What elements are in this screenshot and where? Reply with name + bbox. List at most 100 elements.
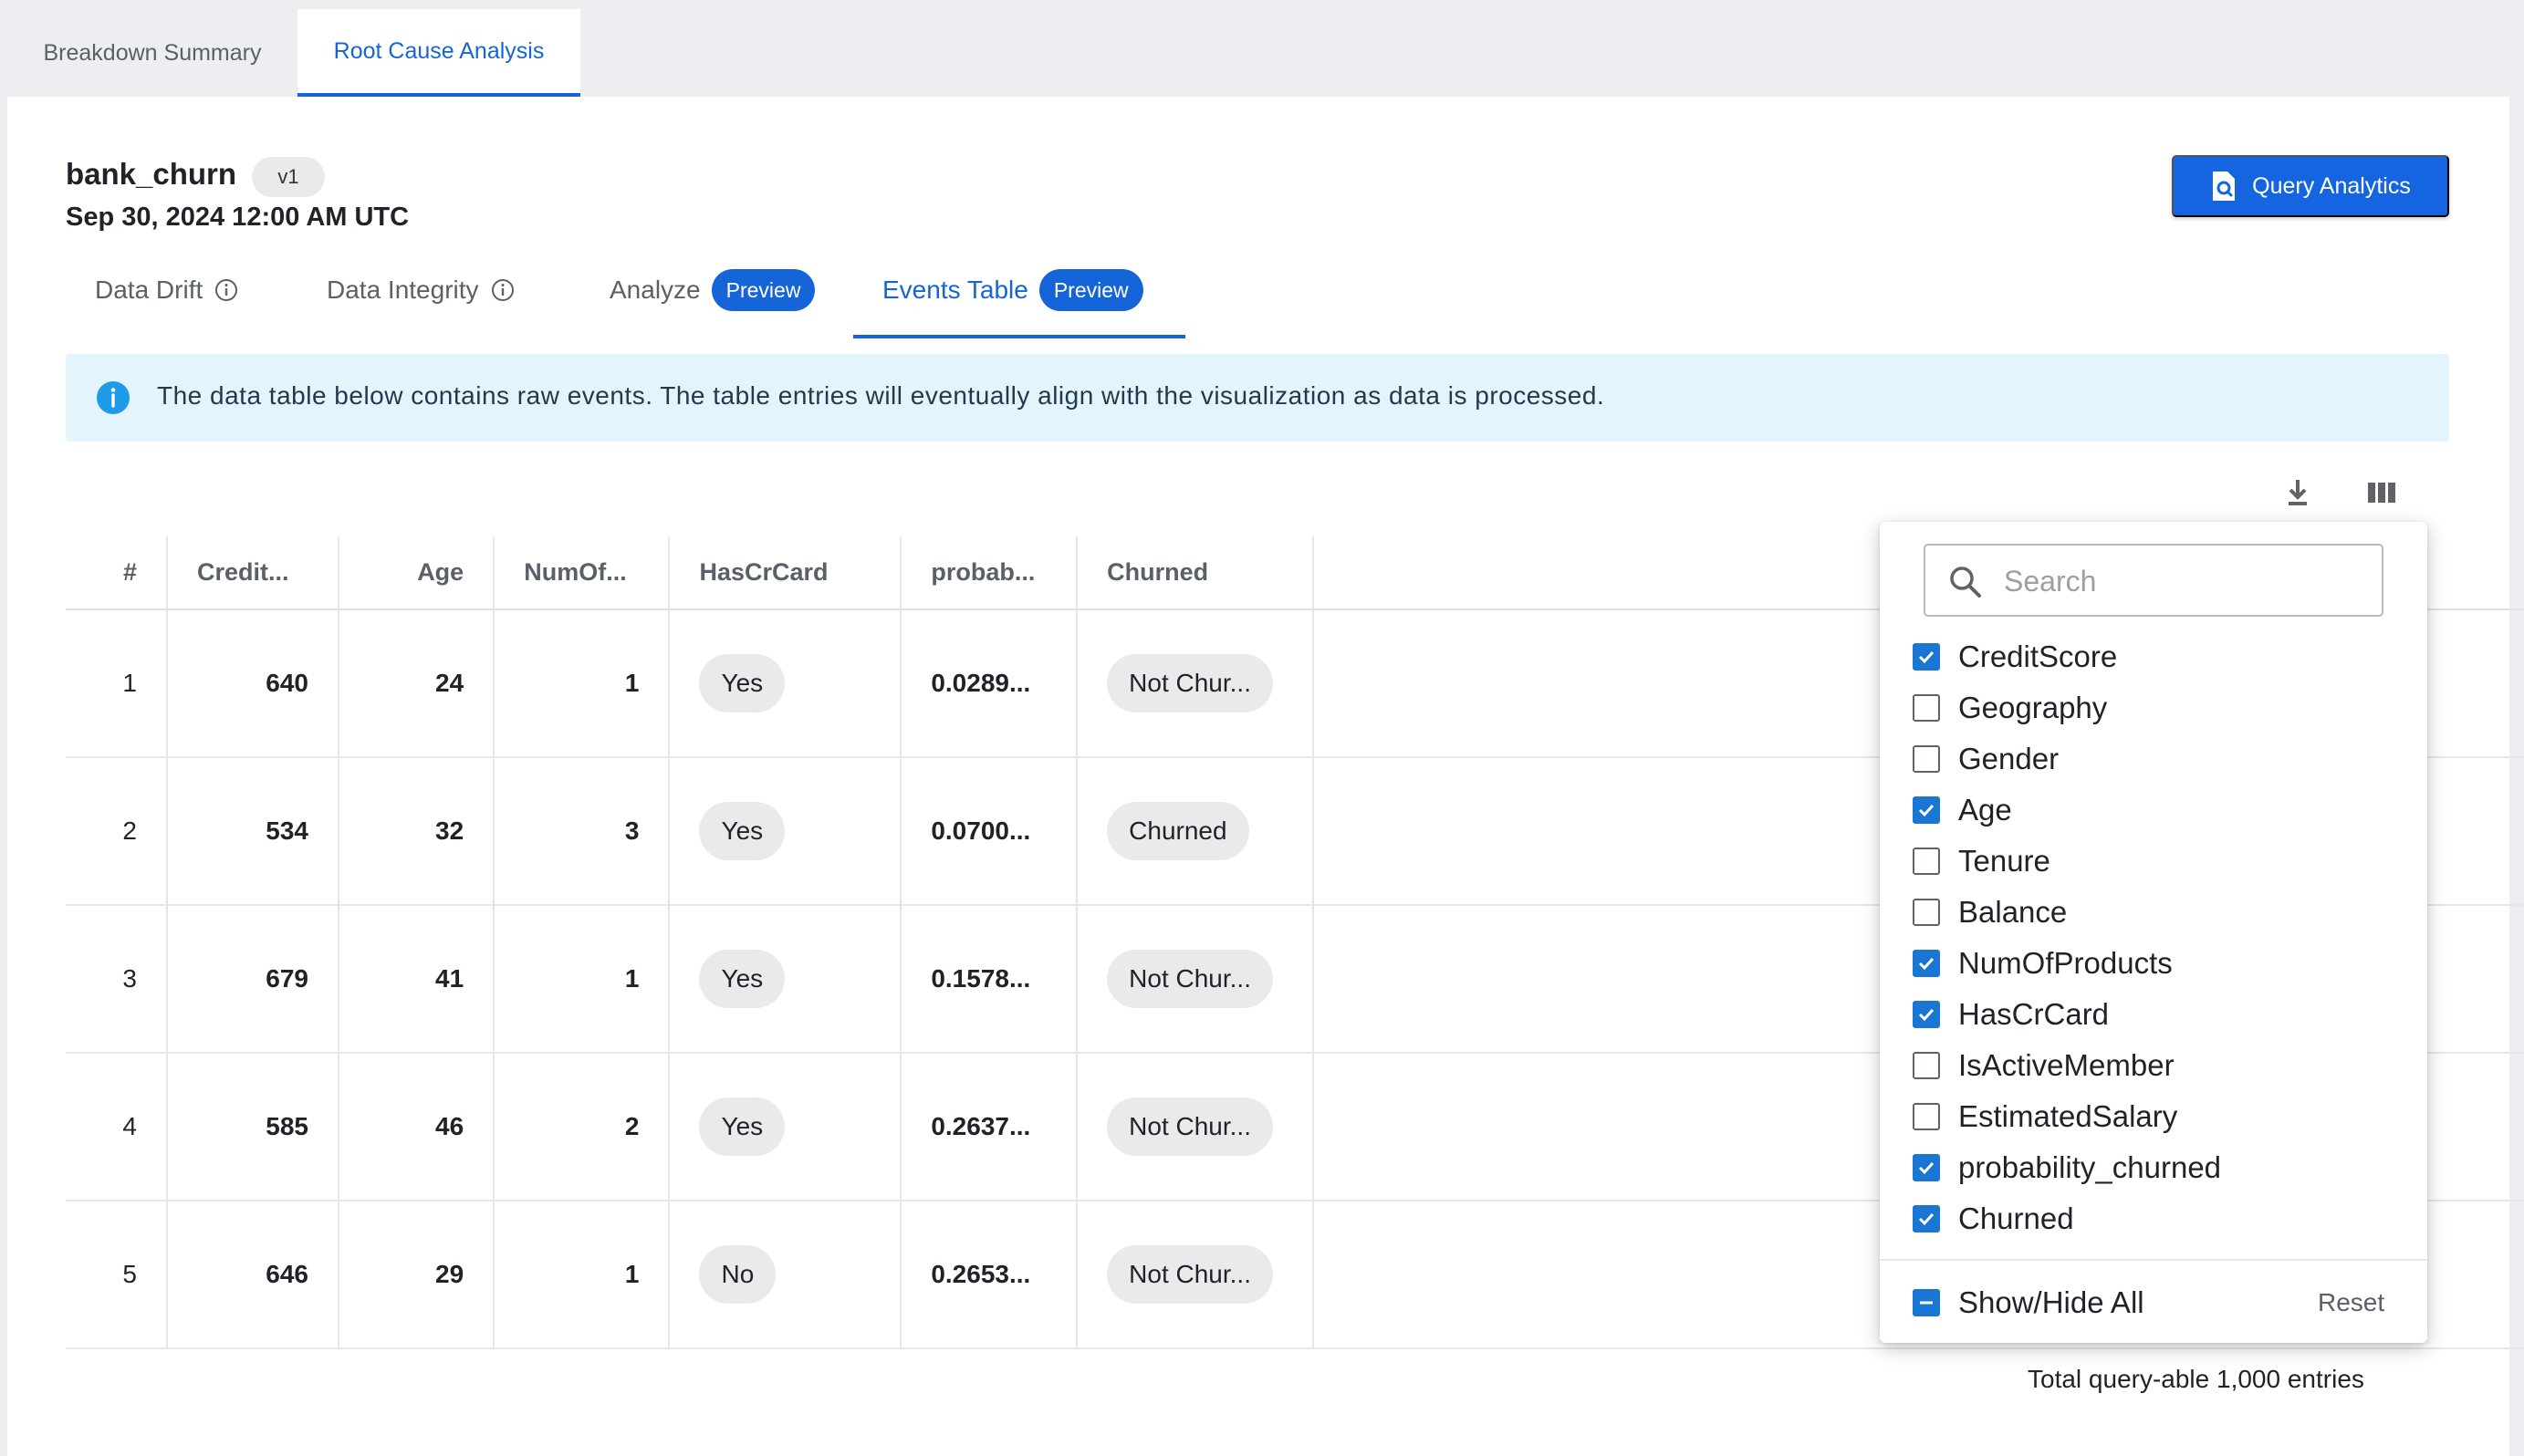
check-icon (1918, 957, 1935, 971)
tab-breakdown-summary[interactable]: Breakdown Summary (7, 9, 297, 97)
checkbox[interactable] (1913, 899, 1940, 926)
check-icon (1918, 1161, 1935, 1175)
churned-chip: Churned (1107, 802, 1249, 860)
tab-data-drift-label: Data Drift (95, 276, 203, 304)
cell-num-of-products: 2 (494, 1053, 671, 1201)
check-icon (1918, 804, 1935, 817)
info-banner: The data table below contains raw events… (66, 354, 2449, 442)
cell-churned: Churned (1077, 757, 1315, 906)
model-version-chip: v1 (252, 157, 325, 197)
checkbox[interactable] (1913, 1052, 1940, 1079)
cell-probability-churned: 0.0289... (901, 609, 1079, 758)
cell-probability-churned: 0.1578... (901, 905, 1079, 1054)
check-icon (1918, 650, 1935, 664)
column-header-probability-churned[interactable]: probab... (901, 536, 1079, 610)
checkbox[interactable] (1913, 848, 1940, 875)
checkbox[interactable] (1913, 950, 1940, 977)
tab-data-integrity[interactable]: Data Integrity (327, 263, 516, 317)
column-header-has-cr-card[interactable]: HasCrCard (669, 536, 902, 610)
cell-credit-score: 646 (166, 1201, 339, 1349)
search-icon (1950, 567, 1981, 598)
tab-events-table[interactable]: Events Table Preview (882, 263, 1143, 317)
column-option-is-active-member[interactable]: IsActiveMember (1913, 1040, 2387, 1091)
column-option-label: Tenure (1958, 844, 2050, 878)
cell-age: 24 (338, 609, 495, 758)
checkbox[interactable] (1913, 1205, 1940, 1232)
column-option-label: Gender (1958, 742, 2060, 775)
column-option-num-of-products[interactable]: NumOfProducts (1913, 938, 2387, 989)
cell-churned: Not Chur... (1077, 1201, 1315, 1349)
churned-chip: Not Chur... (1107, 654, 1273, 712)
cell-age: 29 (338, 1201, 495, 1349)
column-option-churned[interactable]: Churned (1913, 1193, 2387, 1244)
column-option-geography[interactable]: Geography (1913, 682, 2387, 733)
churned-chip: Not Chur... (1107, 1097, 1273, 1156)
column-option-tenure[interactable]: Tenure (1913, 836, 2387, 887)
row-index: 1 (66, 609, 168, 758)
checkbox[interactable] (1913, 796, 1940, 824)
preview-badge: Preview (1038, 269, 1143, 311)
show-hide-all-label: Show/Hide All (1958, 1285, 2144, 1319)
checkbox[interactable] (1913, 643, 1940, 671)
column-header-index[interactable]: # (66, 536, 168, 610)
churned-chip: Not Chur... (1107, 950, 1273, 1008)
info-icon[interactable] (214, 277, 239, 303)
checkbox[interactable] (1913, 1103, 1940, 1130)
checkbox[interactable] (1913, 1154, 1940, 1181)
row-index: 2 (66, 757, 168, 906)
column-option-label: Balance (1958, 895, 2068, 929)
menu-divider (1880, 1259, 2427, 1261)
checkbox[interactable] (1913, 1289, 1940, 1316)
cell-churned: Not Chur... (1077, 905, 1315, 1054)
column-search-field[interactable] (1924, 544, 2383, 617)
tab-events-table-label: Events Table (882, 276, 1028, 304)
column-option-balance[interactable]: Balance (1913, 887, 2387, 938)
tab-analyze-label: Analyze (610, 276, 701, 304)
cell-age: 46 (338, 1053, 495, 1201)
banner-text: The data table below contains raw events… (157, 381, 1605, 410)
cell-age: 41 (338, 905, 495, 1054)
column-option-credit-score[interactable]: CreditScore (1913, 631, 2387, 682)
query-analytics-label: Query Analytics (2252, 172, 2411, 199)
column-header-churned[interactable]: Churned (1077, 536, 1315, 610)
reset-button[interactable]: Reset (2318, 1277, 2384, 1328)
churned-chip: Not Chur... (1107, 1245, 1273, 1304)
tab-root-cause-analysis[interactable]: Root Cause Analysis (297, 9, 580, 97)
column-option-estimated-salary[interactable]: EstimatedSalary (1913, 1091, 2387, 1142)
cell-num-of-products: 1 (494, 609, 671, 758)
cell-age: 32 (338, 757, 495, 906)
cell-num-of-products: 3 (494, 757, 671, 906)
check-icon (1918, 1212, 1935, 1226)
column-header-credit-score[interactable]: Credit... (166, 536, 339, 610)
info-icon[interactable] (490, 277, 516, 303)
download-icon[interactable] (2279, 474, 2316, 511)
has-cr-card-chip: Yes (699, 950, 786, 1008)
cell-has-cr-card: Yes (669, 1053, 902, 1201)
columns-icon[interactable] (2363, 474, 2400, 511)
cell-probability-churned: 0.2637... (901, 1053, 1079, 1201)
column-search-input[interactable] (2004, 558, 2369, 604)
column-option-age[interactable]: Age (1913, 785, 2387, 836)
checkbox[interactable] (1913, 1001, 1940, 1028)
model-date: Sep 30, 2024 12:00 AM UTC (66, 203, 410, 232)
query-analytics-button[interactable]: Query Analytics (2172, 155, 2449, 217)
active-tab-indicator (853, 335, 1185, 338)
tab-data-drift[interactable]: Data Drift (95, 263, 239, 317)
document-search-icon (2213, 172, 2236, 201)
cell-has-cr-card: Yes (669, 905, 902, 1054)
column-option-gender[interactable]: Gender (1913, 733, 2387, 785)
cell-has-cr-card: No (669, 1201, 902, 1349)
column-option-label: CreditScore (1958, 640, 2118, 673)
checkbox[interactable] (1913, 745, 1940, 773)
column-option-has-cr-card[interactable]: HasCrCard (1913, 989, 2387, 1040)
tab-analyze[interactable]: Analyze Preview (610, 263, 816, 317)
column-option-label: IsActiveMember (1958, 1048, 2175, 1082)
checkbox[interactable] (1913, 694, 1940, 722)
total-entries-label: Total query-able 1,000 entries (2028, 1365, 2364, 1393)
show-hide-all-toggle[interactable]: Show/Hide All (1913, 1277, 2144, 1328)
column-option-probability-churned[interactable]: probability_churned (1913, 1142, 2387, 1193)
cell-probability-churned: 0.0700... (901, 757, 1079, 906)
column-header-age[interactable]: Age (338, 536, 495, 610)
cell-credit-score: 640 (166, 609, 339, 758)
column-header-num-of-products[interactable]: NumOf... (494, 536, 671, 610)
